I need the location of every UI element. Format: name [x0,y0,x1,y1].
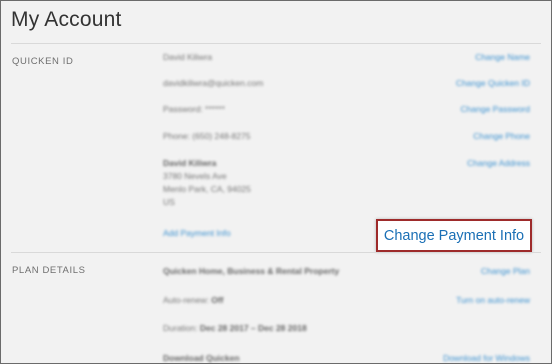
divider [11,43,541,44]
change-address-link[interactable]: Change Address [467,158,530,168]
duration-label: Duration: [163,323,198,333]
auto-renew-value: Off [211,295,224,305]
change-password-link[interactable]: Change Password [461,104,530,114]
password-value: Password: ****** [163,104,225,114]
phone-value: Phone: (650) 248-8275 [163,131,251,141]
turn-on-auto-renew-link[interactable]: Turn on auto-renew [456,295,530,305]
change-quicken-id-link[interactable]: Change Quicken ID [456,78,530,88]
section-label-quicken-id: QUICKEN ID [12,56,74,67]
download-label: Download Quicken [163,353,240,363]
page-title: My Account [11,8,122,31]
divider [11,252,541,253]
auto-renew-label: Auto-renew: [163,295,209,305]
section-label-plan-details: PLAN DETAILS [12,265,86,276]
address-name-value: David Kiliwra [163,158,217,168]
change-payment-info-highlight[interactable]: Change Payment Info [376,219,532,252]
address-country-value: US [163,197,175,207]
change-name-link[interactable]: Change Name [475,52,530,62]
plan-name-value: Quicken Home, Business & Rental Property [163,266,340,276]
duration-value: Dec 28 2017 – Dec 28 2018 [199,323,307,333]
duration-row: Duration: Dec 28 2017 – Dec 28 2018 [163,323,307,333]
my-account-page: My Account QUICKEN ID David Kiliwra Chan… [0,0,552,364]
address-line1-value: 3780 Nevels Ave [163,171,227,181]
email-value: davidkiliwra@quicken.com [163,78,264,88]
change-phone-link[interactable]: Change Phone [473,131,530,141]
change-plan-link[interactable]: Change Plan [481,266,530,276]
account-name-value: David Kiliwra [163,52,213,62]
auto-renew-row: Auto-renew: Off [163,295,224,305]
download-for-windows-link[interactable]: Download for Windows [443,353,530,363]
change-payment-info-link[interactable]: Change Payment Info [384,228,524,244]
add-payment-info-link[interactable]: Add Payment Info [163,228,231,238]
address-line2-value: Menlo Park, CA, 94025 [163,184,251,194]
